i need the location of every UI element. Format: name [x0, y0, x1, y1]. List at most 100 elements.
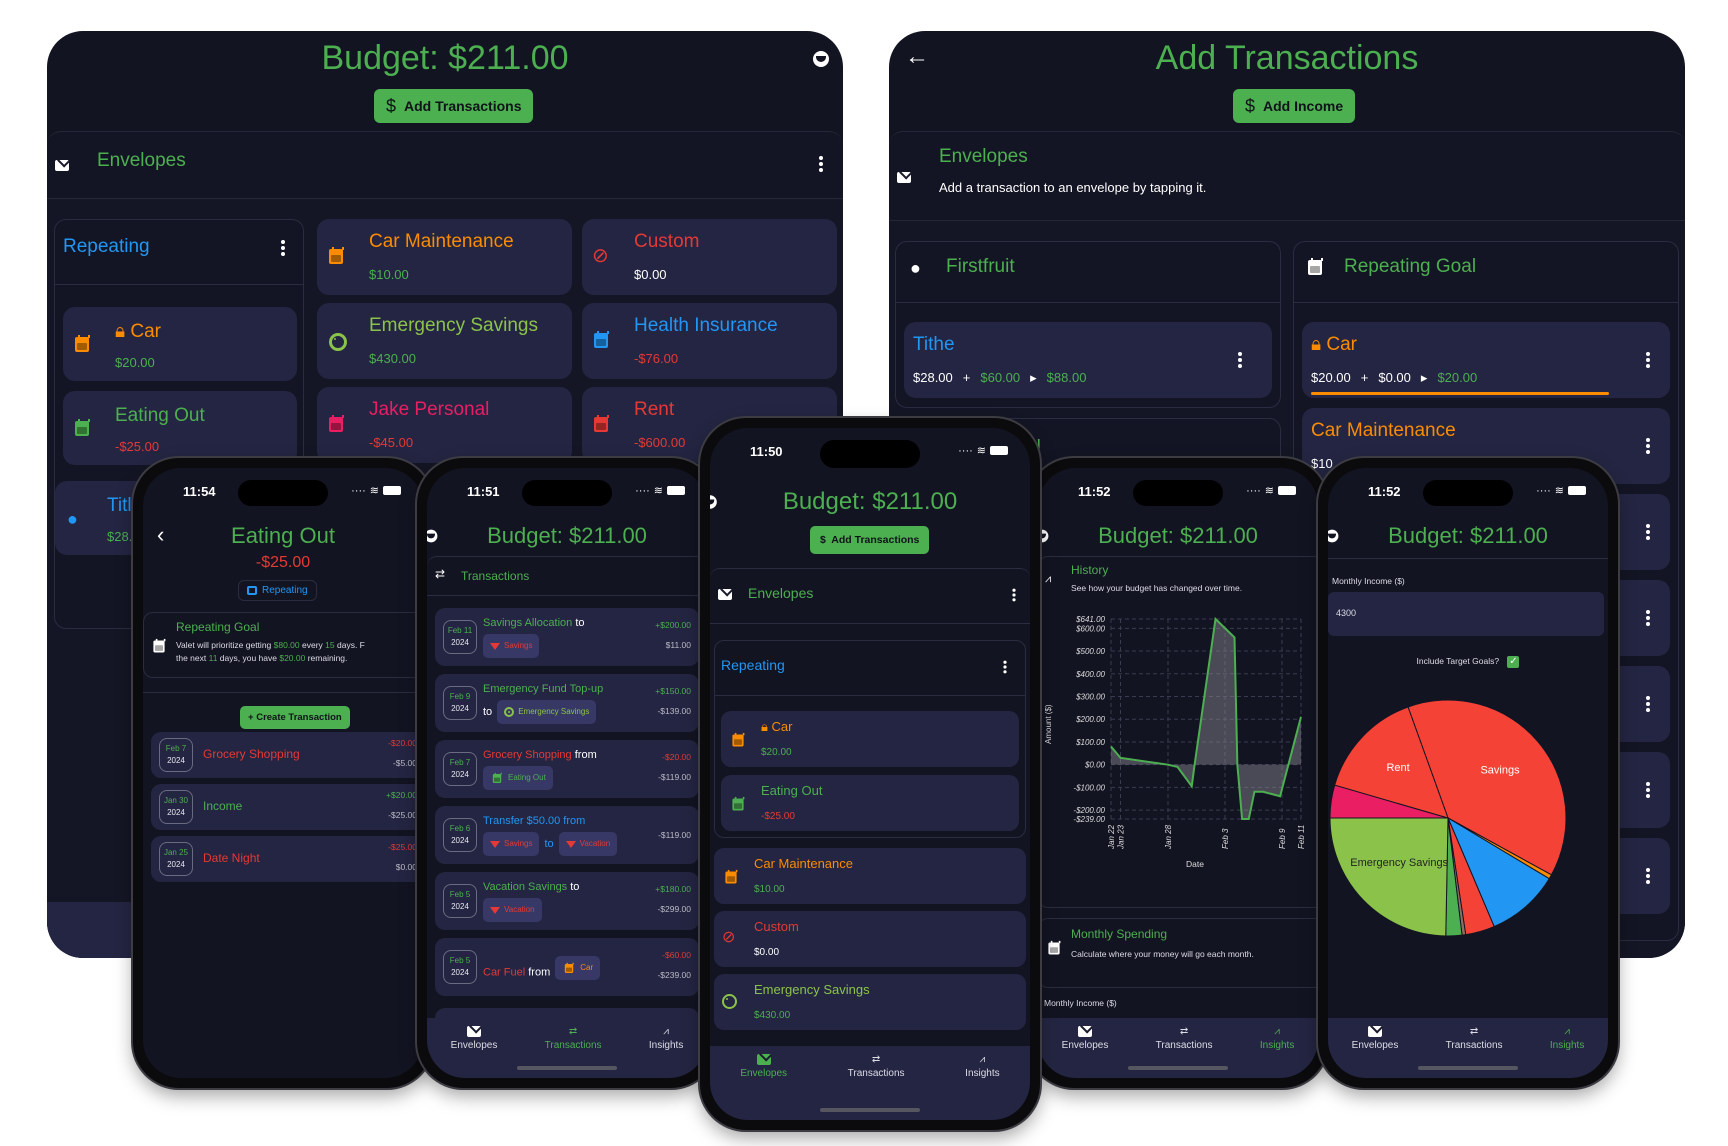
- envelope-chip[interactable]: Vacation: [483, 898, 542, 922]
- calendar-icon: [329, 415, 344, 432]
- phone-transactions: 11:51 ···· ≋ Budget: $211.00 ⇄ Transacti…: [417, 458, 717, 1088]
- envelope-card-health-insurance[interactable]: Health Insurance -$76.00: [582, 303, 837, 379]
- nav-envelopes[interactable]: Envelopes: [451, 1026, 497, 1078]
- history-card: ⩘ History See how your budget has change…: [1038, 556, 1318, 908]
- envelope-card-car[interactable]: 🔒︎ Car $20.00: [63, 307, 297, 381]
- y-tick-label: $0.00: [1084, 761, 1106, 770]
- envelope-name: Health Insurance: [634, 315, 778, 336]
- envelope-name: 🔒︎ Car: [761, 719, 793, 734]
- nav-transactions[interactable]: ⇄ Transactions: [545, 1026, 602, 1078]
- add-income-button[interactable]: $ Add Income: [1233, 89, 1356, 123]
- envelope-menu-icon[interactable]: [1646, 868, 1650, 884]
- y-axis-label: Amount ($): [1044, 704, 1053, 744]
- envelope-card-eating-out[interactable]: Eating Out -$25.00: [63, 391, 297, 465]
- envelope-chip[interactable]: Eating Out: [483, 766, 553, 790]
- repeating-badge[interactable]: Repeating: [238, 580, 317, 601]
- transaction-row[interactable]: Feb 6 2024 Transfer $50.00 from Savings to Va…: [435, 806, 699, 864]
- transaction-row[interactable]: Feb 9 2024 Emergency Fund Top-up to Emergenc…: [435, 674, 699, 732]
- envelope-menu-icon[interactable]: [1238, 352, 1242, 368]
- battery-icon: [1568, 486, 1586, 495]
- envelope-card-car[interactable]: 🔒︎ Car $20.00: [721, 711, 1019, 767]
- envelope-chip[interactable]: Savings: [483, 634, 540, 658]
- wifi-icon: ≋: [1554, 485, 1564, 497]
- monthly-income-label: Monthly Income ($): [1044, 998, 1117, 1008]
- envelope-chip[interactable]: Car: [555, 956, 601, 980]
- envelopes-screen: 11:50 ···· ≋ Budget: $211.00 $ Add Trans…: [710, 428, 1030, 1120]
- envelope-calculation: $20.00 + $0.00 ▸ $20.00: [1311, 370, 1478, 385]
- profile-icon[interactable]: [813, 51, 829, 67]
- nav-envelopes[interactable]: Envelopes: [1062, 1026, 1108, 1078]
- transaction-amount: +$180.00: [655, 884, 691, 894]
- nav-transactions[interactable]: ⇄ Transactions: [1446, 1026, 1503, 1078]
- transaction-row[interactable]: Jan 30 2024 Income +$20.00 -$25.00: [151, 784, 423, 830]
- nav-envelopes[interactable]: Envelopes: [740, 1054, 787, 1120]
- envelope-chip[interactable]: Vacation: [558, 832, 618, 856]
- envelope-card-custom[interactable]: ⊘ Custom $0.00: [582, 219, 837, 295]
- date-badge: Feb 7 2024: [443, 752, 477, 786]
- nav-insights[interactable]: ⩘ Insights: [1260, 1026, 1294, 1078]
- nav-insights[interactable]: ⩘ Insights: [965, 1054, 999, 1120]
- envelope-card-eating-out[interactable]: Eating Out -$25.00: [721, 775, 1019, 831]
- funnel-icon: [490, 840, 500, 848]
- nav-insights[interactable]: ⩘ Insights: [649, 1026, 683, 1078]
- nav-transactions[interactable]: ⇄ Transactions: [1156, 1026, 1213, 1078]
- transaction-row[interactable]: Jan 25 2024 Date Night -$25.00 $0.00: [151, 836, 423, 882]
- add-transactions-button[interactable]: $ Add Transactions: [374, 89, 534, 123]
- calendar-icon: [594, 331, 609, 348]
- envelope-card-emergency-savings[interactable]: Emergency Savings $430.00: [317, 303, 572, 379]
- transaction-row[interactable]: Feb 7 2024 Grocery Shopping -$20.00 -$5.00: [151, 732, 423, 778]
- nav-insights[interactable]: ⩘ Insights: [1550, 1026, 1584, 1078]
- transaction-description: Grocery Shopping from Eating Out: [483, 746, 643, 790]
- phone-envelopes: 11:50 ···· ≋ Budget: $211.00 $ Add Trans…: [700, 418, 1040, 1130]
- transaction-description: Emergency Fund Top-up to Emergency Savings: [483, 680, 643, 724]
- monthly-income-value: 4300: [1336, 608, 1357, 618]
- envelopes-menu-icon[interactable]: [819, 156, 823, 172]
- envelope-card-tithe[interactable]: Tithe $28.00 + $60.00 ▸ $88.00: [904, 322, 1272, 398]
- envelope-card-emergency-savings[interactable]: Emergency Savings $430.00: [714, 974, 1026, 1030]
- calendar-icon: [732, 796, 745, 811]
- envelope-menu-icon[interactable]: [1646, 524, 1650, 540]
- x-tick-label: Feb 3: [1221, 828, 1230, 849]
- repeating-menu-icon[interactable]: [281, 240, 285, 256]
- transaction-row[interactable]: Feb 7 2024 Grocery Shopping from Eating Out…: [435, 740, 699, 798]
- wifi-icon: ≋: [976, 445, 986, 457]
- repeating-group: Repeating 🔒︎ Car $20.00 Eating Out -$25.…: [714, 640, 1026, 838]
- include-goals-checkbox[interactable]: ✓: [1507, 656, 1520, 668]
- envelope-menu-icon[interactable]: [1646, 782, 1650, 798]
- transaction-row[interactable]: Feb 5 2024 Car Fuel from Car -$60.00 -$239.00: [435, 938, 699, 996]
- repeating-menu-icon[interactable]: [1003, 660, 1007, 674]
- transaction-row[interactable]: Feb 11 2024 Savings Allocation to Savings +$…: [435, 608, 699, 666]
- envelope-icon: [897, 172, 911, 183]
- envelope-card-custom[interactable]: ⊘ Custom $0.00: [714, 911, 1026, 967]
- monthly-income-input[interactable]: 4300: [1328, 592, 1604, 636]
- create-transaction-button[interactable]: + Create Transaction: [240, 706, 350, 729]
- calendar-icon: [732, 732, 745, 747]
- envelope-menu-icon[interactable]: [1646, 438, 1650, 454]
- add-transactions-label: Add Transactions: [831, 534, 920, 546]
- nav-envelopes[interactable]: Envelopes: [1352, 1026, 1398, 1078]
- date-badge: Feb 11 2024: [443, 620, 477, 654]
- swap-icon: ⇄: [871, 1054, 881, 1065]
- add-transactions-button[interactable]: $ Add Transactions: [810, 526, 930, 554]
- envelope-name: 🔒︎ Car: [115, 321, 162, 342]
- x-tick-label: Jan 28: [1164, 824, 1173, 850]
- envelopes-title: Envelopes: [939, 146, 1028, 167]
- envelope-card-jake-personal[interactable]: Jake Personal -$45.00: [317, 387, 572, 463]
- envelope-card-car[interactable]: 🔒︎ Car $20.00 + $0.00 ▸ $20.00: [1302, 322, 1670, 398]
- envelope-card-car-maintenance[interactable]: Car Maintenance $10.00: [714, 848, 1026, 904]
- envelope-name: Car Maintenance: [754, 856, 853, 871]
- y-tick-label: -$100.00: [1073, 783, 1105, 792]
- envelope-chip[interactable]: Savings: [483, 832, 540, 856]
- envelopes-menu-icon[interactable]: [1012, 588, 1016, 602]
- running-balance: $0.00: [395, 862, 417, 872]
- transaction-amount: -$60.00: [662, 950, 691, 960]
- running-balance: -$5.00: [392, 758, 417, 768]
- envelope-name: Jake Personal: [369, 399, 490, 420]
- envelope-menu-icon[interactable]: [1646, 696, 1650, 712]
- transaction-row[interactable]: Feb 5 2024 Vacation Savings to Vacation +$18…: [435, 872, 699, 930]
- envelope-card-car-maintenance[interactable]: Car Maintenance $10.00: [317, 219, 572, 295]
- pie-chart: Savings Emergency Savings Rent: [1329, 699, 1567, 937]
- envelope-chip[interactable]: Emergency Savings: [497, 700, 597, 724]
- envelope-menu-icon[interactable]: [1646, 352, 1650, 368]
- envelope-menu-icon[interactable]: [1646, 610, 1650, 626]
